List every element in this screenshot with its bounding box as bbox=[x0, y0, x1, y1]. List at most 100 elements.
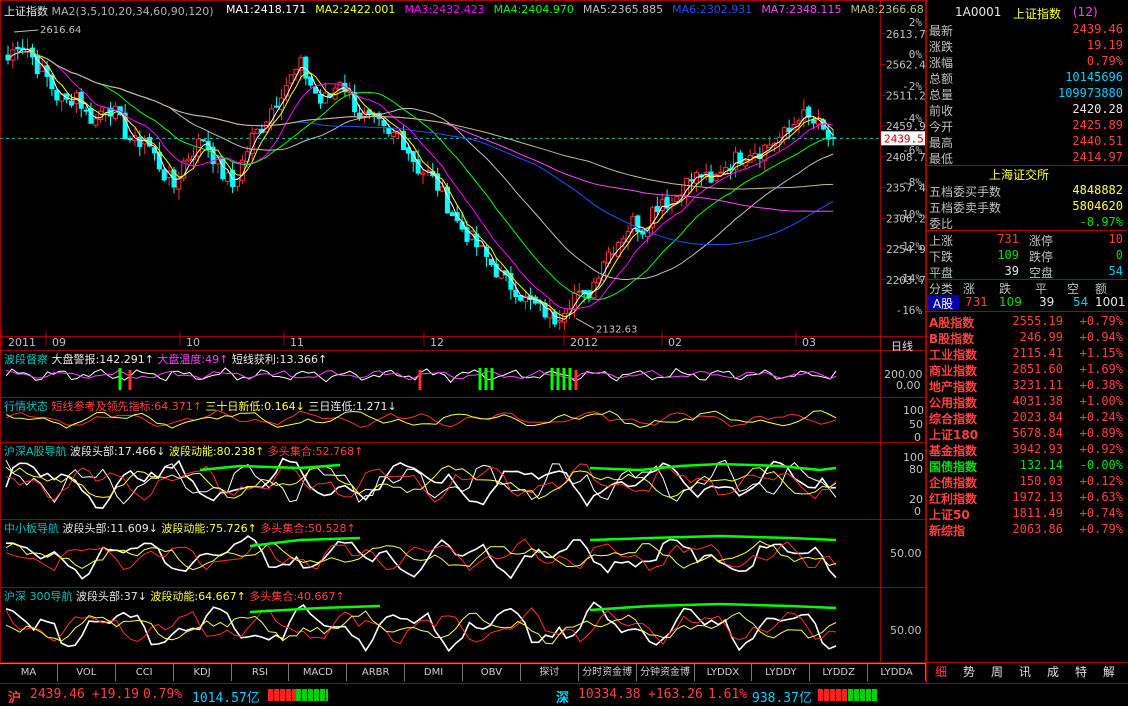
quote-tab[interactable]: 特 bbox=[1069, 664, 1093, 680]
indicator-tab[interactable]: MA bbox=[0, 664, 58, 681]
panel-1-name: 波段督察 bbox=[4, 353, 48, 366]
indicator-tab[interactable]: LYDDZ bbox=[810, 664, 869, 681]
quote-row-value: 2414.97 bbox=[1072, 150, 1123, 164]
candle-body bbox=[513, 289, 519, 298]
quote-row: 涨跌 19.19 bbox=[927, 37, 1127, 54]
quote-row-value: 2440.51 bbox=[1072, 134, 1123, 148]
indicator-tab[interactable]: VOL bbox=[58, 664, 116, 681]
book-row-value: -8.97% bbox=[1079, 215, 1123, 229]
index-pct: +0.79% bbox=[1079, 522, 1123, 536]
index-row[interactable]: 红利指数 1972.13 +0.63% bbox=[927, 489, 1127, 506]
indicator-tab[interactable]: MACD bbox=[289, 664, 348, 681]
candle-body bbox=[249, 132, 255, 154]
index-value: 3231.11 bbox=[1012, 378, 1063, 392]
index-value: 2063.86 bbox=[1012, 522, 1063, 536]
class-row-a[interactable]: A股 731 109 39 54 1001 bbox=[927, 295, 1127, 312]
candle-body bbox=[274, 105, 280, 108]
candle-body bbox=[127, 138, 133, 141]
index-row[interactable]: 企债指数 150.03 +0.12% bbox=[927, 473, 1127, 490]
y-tick-label: 2613.7 bbox=[886, 28, 926, 41]
quote-header: 1A0001 上证指数 (12) bbox=[927, 3, 1127, 21]
index-row[interactable]: 地产指数 3231.11 +0.38% bbox=[927, 377, 1127, 394]
index-value: 4031.38 bbox=[1012, 394, 1063, 408]
x-tick-label: 09 bbox=[52, 336, 66, 349]
pct-tick-label: -14% bbox=[896, 272, 923, 285]
breadth-row: 平盘 39 空盘 54 bbox=[927, 263, 1127, 280]
indicator-tab-bar: MA VOL CCI KDJ RSI MACD ARBR DMI OBV 探讨 分时资金博 分钟资金博… bbox=[0, 663, 926, 681]
sh-change: +19.19 bbox=[92, 687, 139, 702]
book-row-label: 委比 bbox=[929, 217, 954, 231]
pct-tick-label: 0% bbox=[909, 48, 923, 61]
panel-2-name: 行情状态 bbox=[4, 400, 48, 413]
quote-tab[interactable]: 成 bbox=[1041, 664, 1065, 680]
indicator-tab[interactable]: 探讨 bbox=[521, 664, 579, 681]
candle-body bbox=[357, 112, 363, 119]
panel-3-s3: 多头集合:52.768↑ bbox=[267, 445, 364, 458]
indicator-tab[interactable]: 分时资金博 bbox=[579, 664, 637, 681]
kline-chart[interactable]: 2613.72562.42511.22459.92408.72357.42306… bbox=[0, 0, 926, 663]
quote-tab[interactable]: 解 bbox=[1097, 664, 1121, 680]
index-row[interactable]: 上证180 5678.84 +0.89% bbox=[927, 425, 1127, 442]
indicator-tab[interactable]: LYDDA bbox=[868, 664, 926, 681]
panel-5-s2: 波段动能:64.667↑ bbox=[150, 590, 246, 603]
index-row[interactable]: 国债指数 132.14 -0.00% bbox=[927, 457, 1127, 474]
quote-tab[interactable]: 势 bbox=[957, 664, 981, 680]
panel-title-1: 波段督察 大盘警报:142.291↑ 大盘温度:49↑ 短线获利:13.366↑ bbox=[4, 351, 327, 367]
x-tick-label: 10 bbox=[186, 336, 200, 349]
index-value: 2555.19 bbox=[1012, 314, 1063, 328]
index-row[interactable]: 商业指数 2851.60 +1.69% bbox=[927, 361, 1127, 378]
class-empty: 54 bbox=[1073, 295, 1089, 309]
panel-5-s3: 多头集合:40.667↑ bbox=[249, 590, 345, 603]
indicator-tab[interactable]: RSI bbox=[232, 664, 290, 681]
candle-body bbox=[161, 169, 167, 181]
candle-body bbox=[557, 319, 563, 323]
status-bar: 沪 2439.46 +19.19 0.79% 1014.57亿 深 10334.… bbox=[0, 683, 1128, 706]
chart-area[interactable]: 2613.7 2562.4 2511.2 2459.9 2408.7 2357.4 2306… bbox=[0, 0, 926, 663]
breadth-row: 下跌 109 跌停 0 bbox=[927, 247, 1127, 264]
indicator-tab[interactable]: ARBR bbox=[347, 664, 406, 681]
index-row[interactable]: 工业指数 2115.41 +1.15% bbox=[927, 345, 1127, 362]
candle-body bbox=[68, 100, 74, 106]
breadth-value-1: 731 bbox=[997, 232, 1019, 246]
quote-tab[interactable]: 细 bbox=[929, 664, 953, 680]
sz-change: +163.26 bbox=[648, 687, 703, 702]
sz-value: 10334.38 bbox=[578, 687, 641, 702]
x-tick-label: 02 bbox=[668, 336, 682, 349]
index-value: 150.03 bbox=[1019, 474, 1063, 488]
index-row[interactable]: B股指数 246.99 +0.94% bbox=[927, 329, 1127, 346]
indicator-tab[interactable]: KDJ bbox=[174, 664, 232, 681]
quote-row: 前收 2420.28 bbox=[927, 101, 1127, 118]
breadth-row: 上涨 731 涨停 10 bbox=[927, 231, 1127, 248]
quote-tab[interactable]: 讯 bbox=[1013, 664, 1037, 680]
p2-tick-2: 50 bbox=[909, 418, 923, 431]
indicator-tab[interactable]: OBV bbox=[463, 664, 521, 681]
quote-tab[interactable]: 周 bbox=[985, 664, 1009, 680]
pct-tick-label: 2% bbox=[909, 16, 923, 29]
class-row-name[interactable]: A股 bbox=[927, 295, 959, 311]
ma-legend-item: MA5:2365.885 bbox=[582, 3, 664, 16]
index-row[interactable]: 新综指 2063.86 +0.79% bbox=[927, 521, 1127, 538]
indicator-tab[interactable]: LYDDX bbox=[695, 664, 753, 681]
indicator-tab[interactable]: DMI bbox=[405, 664, 463, 681]
quote-panel: 1A0001 上证指数 (12) 最新 2439.46 涨跌 19.19 涨幅 0.79%… bbox=[926, 0, 1128, 684]
index-row[interactable]: 公用指数 4031.38 +1.00% bbox=[927, 393, 1127, 410]
quote-row-value: 109973880 bbox=[1057, 86, 1123, 100]
panel-3-s2: 波段动能:80.238↑ bbox=[168, 445, 265, 458]
index-row[interactable]: 综合指数 2023.84 +0.24% bbox=[927, 409, 1127, 426]
index-row[interactable]: 基金指数 3942.93 +0.92% bbox=[927, 441, 1127, 458]
indicator-tab[interactable]: CCI bbox=[116, 664, 174, 681]
p2-tick-1: 100 bbox=[903, 404, 924, 417]
class-flat: 39 bbox=[1039, 295, 1055, 309]
candle-body bbox=[39, 64, 45, 72]
index-row[interactable]: A股指数 2555.19 +0.79% bbox=[927, 313, 1127, 330]
indicator-tab[interactable]: 分钟资金博 bbox=[637, 664, 695, 681]
index-value: 2115.41 bbox=[1012, 346, 1063, 360]
index-value: 246.99 bbox=[1019, 330, 1063, 344]
indicator-line bbox=[6, 535, 837, 580]
indicator-tab[interactable]: LYDDY bbox=[752, 664, 811, 681]
index-pct: +0.89% bbox=[1079, 426, 1123, 440]
index-row[interactable]: 上证50 1811.49 +0.74% bbox=[927, 505, 1127, 522]
period-label[interactable]: 日线 bbox=[891, 338, 913, 354]
quote-row: 最低 2414.97 bbox=[927, 149, 1127, 166]
sz-amount: 938.37亿 bbox=[752, 691, 812, 706]
